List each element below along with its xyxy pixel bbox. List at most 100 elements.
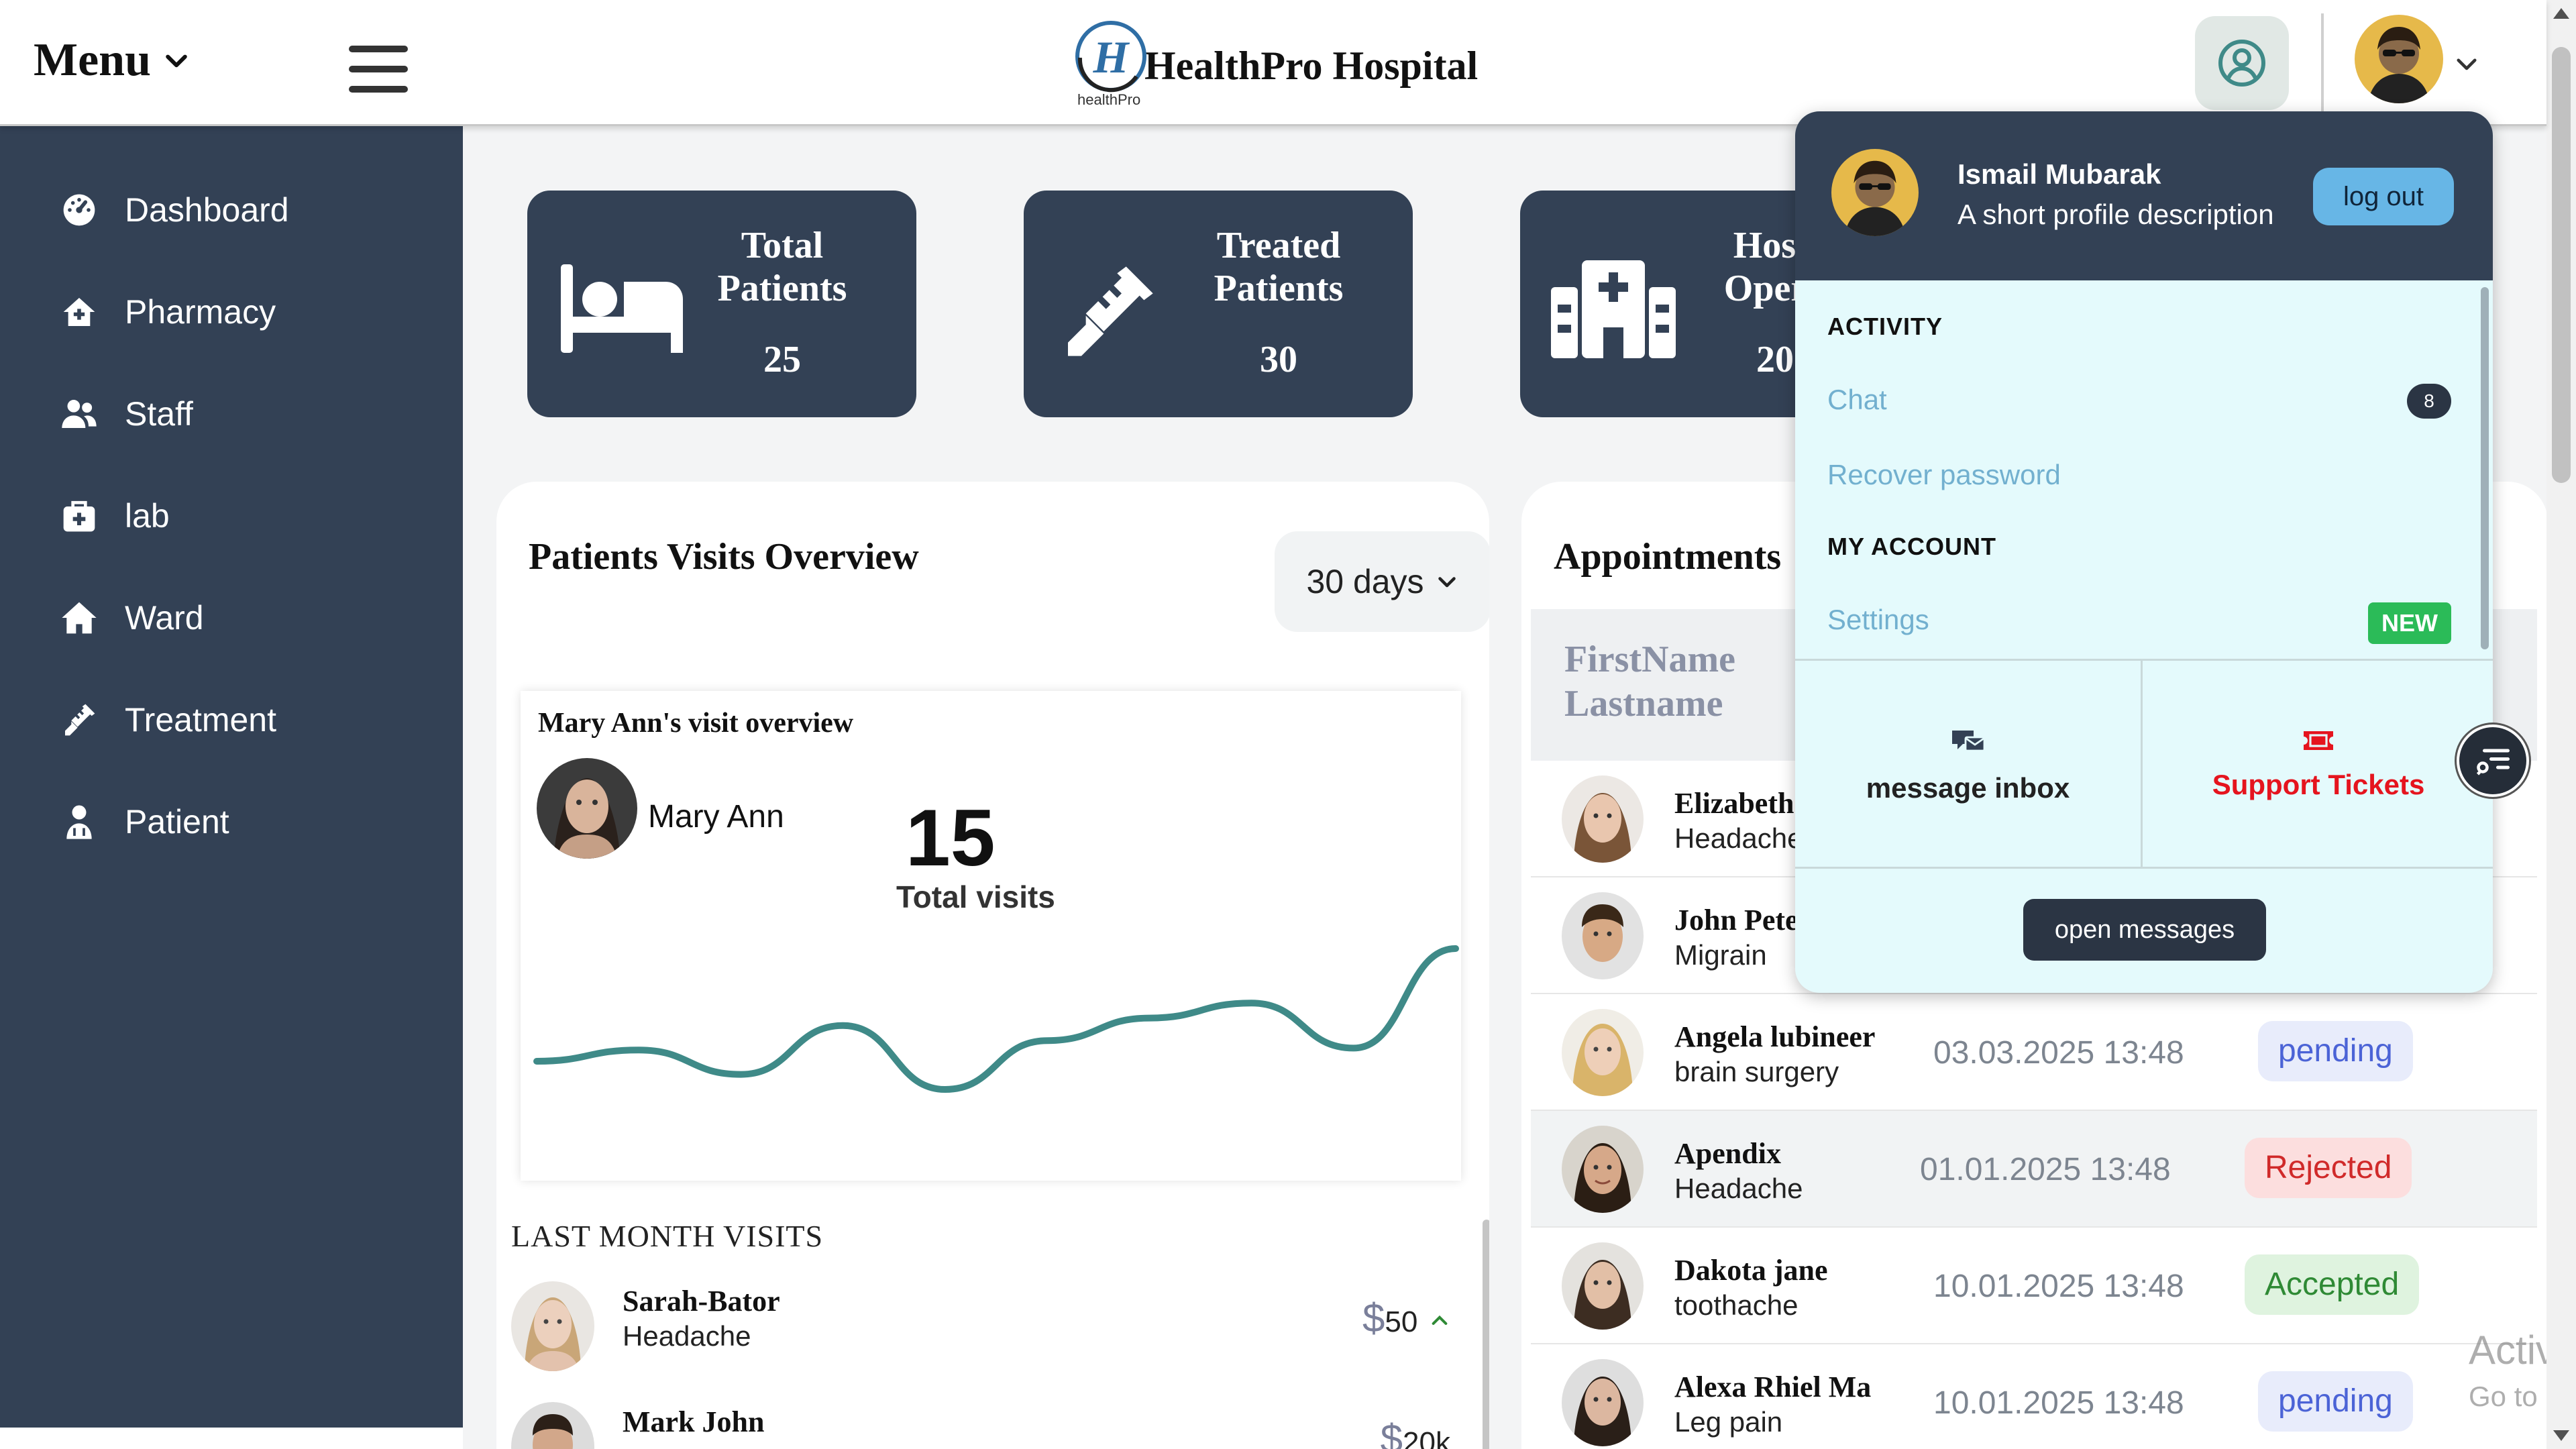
user-avatar[interactable] [2355, 15, 2443, 103]
patient-avatar[interactable] [537, 758, 637, 859]
brand-logo-letter: H [1093, 32, 1130, 83]
open-messages-button[interactable]: open messages [2023, 899, 2266, 961]
visits-line-chart [533, 945, 1459, 1093]
sidebar-item-patient[interactable]: Patient [60, 802, 229, 841]
patient-visit-card: Mary Ann's visit overview Mary Ann 15 To… [521, 691, 1461, 1181]
patient-avatar [511, 1281, 594, 1371]
top-header: Menu H healthPro HealthPro Hospital [0, 0, 2546, 126]
range-select[interactable]: 30 days [1275, 531, 1489, 632]
stat-card-total-patients[interactable]: Total Patients 25 [527, 191, 916, 417]
profile-description: A short profile description [1957, 199, 2274, 230]
appointment-name: Apendix [1674, 1137, 1781, 1170]
chevron-down-icon [166, 54, 187, 68]
table-row[interactable]: Alexa Rhiel Ma Leg pain 10.01.2025 13:48… [1531, 1344, 2537, 1449]
currency-symbol: $ [1380, 1416, 1403, 1449]
appointment-date: 10.01.2025 13:48 [1933, 1385, 2184, 1421]
sidebar-item-ward[interactable]: Ward [60, 598, 204, 637]
table-row[interactable]: Dakota jane toothache 10.01.2025 13:48 A… [1531, 1228, 2537, 1344]
scroll-down-arrow-icon[interactable] [2553, 1430, 2569, 1441]
dashboard-gauge-icon [63, 194, 95, 226]
list-settings-icon [2476, 749, 2510, 775]
patient-user-icon [66, 805, 92, 839]
scroll-thumb[interactable] [2552, 47, 2571, 483]
chat-count-badge: 8 [2407, 384, 2451, 419]
total-visits-value: 15 [906, 793, 996, 883]
stat-value: 25 [763, 339, 801, 380]
dropdown-scrollbar[interactable] [2481, 287, 2489, 649]
support-tickets-label: Support Tickets [2212, 769, 2425, 800]
visit-amount: $50 [1362, 1295, 1450, 1341]
profile-dropdown: Ismail Mubarak A short profile descripti… [1795, 111, 2493, 993]
brand-sub: healthPro [1077, 91, 1141, 108]
visits-overview-panel: Patients Visits Overview 30 days Mary An… [496, 482, 1489, 1449]
chevron-down-icon[interactable] [2453, 50, 2481, 78]
sidebar-item-staff[interactable]: Staff [60, 394, 193, 433]
sidebar-item-label: Ward [125, 599, 204, 637]
amount-value: 20k [1403, 1426, 1450, 1449]
sidebar-item-treatment[interactable]: Treatment [60, 700, 276, 739]
staff-users-icon [62, 400, 97, 428]
list-item[interactable]: Mark John $20k [511, 1395, 1464, 1449]
currency-symbol: $ [1362, 1295, 1385, 1340]
panel-scrollbar[interactable] [1483, 1220, 1489, 1449]
appointment-condition: Leg pain [1674, 1406, 1783, 1438]
sidebar-item-label: Dashboard [125, 191, 289, 229]
amount-value: 50 [1385, 1305, 1418, 1338]
brand[interactable]: H healthPro HealthPro Hospital [1073, 19, 1478, 108]
appointment-condition: toothache [1674, 1289, 1799, 1321]
range-value: 30 days [1306, 563, 1424, 600]
table-row[interactable]: Apendix Headache 01.01.2025 13:48 Reject… [1531, 1111, 2537, 1228]
visit-card-title: Mary Ann's visit overview [538, 708, 854, 739]
profile-name: Ismail Mubarak [1957, 158, 2161, 190]
status-badge: pending [2258, 1371, 2413, 1432]
sidebar-item-dashboard[interactable]: Dashboard [60, 191, 289, 229]
list-item[interactable]: Sarah-Bator Headache $50 [511, 1275, 1464, 1382]
sidebar-item-lab[interactable]: lab [60, 496, 170, 535]
appointment-name: Angela lubineer [1674, 1020, 1876, 1053]
appointment-condition: Migrain [1674, 939, 1767, 971]
appointment-date: 01.01.2025 13:48 [1920, 1152, 2171, 1187]
panel-title: Appointments [1554, 536, 1782, 578]
sidebar-item-label: Staff [125, 395, 193, 433]
account-button[interactable] [2195, 16, 2289, 110]
settings-link[interactable]: Settings [1827, 604, 1929, 636]
activation-watermark-title: Activate Windows [2469, 1328, 2546, 1373]
dropdown-actions-grid: message inbox Support Tickets [1795, 659, 2493, 869]
message-inbox-button[interactable]: message inbox [1795, 661, 2143, 869]
menu-label: Menu [34, 34, 151, 86]
support-tickets-button[interactable]: Support Tickets [2145, 661, 2492, 869]
floating-settings-button[interactable] [2457, 724, 2529, 797]
activation-watermark-subtitle: Go to Settings to activate Windows. [2469, 1381, 2546, 1412]
profile-avatar [1831, 149, 1919, 236]
appointment-date: 03.03.2025 13:48 [1933, 1035, 2184, 1071]
patient-avatar [1562, 892, 1644, 979]
sidebar-item-label: Treatment [125, 701, 277, 739]
sidebar-item-pharmacy[interactable]: Pharmacy [60, 292, 276, 331]
activity-header: ACTIVITY [1827, 313, 1943, 340]
logout-button[interactable]: log out [2313, 168, 2454, 225]
dropdown-divider [1795, 867, 2493, 869]
patient-avatar [1562, 775, 1644, 863]
status-badge: pending [2258, 1021, 2413, 1081]
menu-toggle[interactable]: Menu [34, 34, 191, 87]
patient-avatar [511, 1402, 594, 1449]
scroll-up-arrow-icon[interactable] [2553, 8, 2569, 19]
hamburger-icon[interactable] [349, 46, 408, 94]
message-inbox-label: message inbox [1866, 772, 2070, 804]
status-badge: Rejected [2245, 1138, 2412, 1198]
syringe-icon [1068, 266, 1153, 356]
account-circle-icon [2218, 40, 2265, 87]
table-row[interactable]: Angela lubineer brain surgery 03.03.2025… [1531, 994, 2537, 1111]
page-scrollbar[interactable] [2546, 0, 2576, 1449]
ticket-icon [2304, 731, 2333, 750]
recover-password-link[interactable]: Recover password [1827, 459, 2061, 491]
bed-icon [561, 264, 683, 353]
chat-link[interactable]: Chat [1827, 384, 1887, 416]
stat-card-treated-patients[interactable]: Treated Patients 30 [1024, 191, 1413, 417]
patient-avatar [1562, 1126, 1644, 1213]
sidebar-item-label: Patient [125, 803, 229, 841]
chevron-up-icon [1432, 1315, 1448, 1325]
settings-new-badge: NEW [2368, 602, 2451, 644]
visit-name: Sarah-Bator [623, 1285, 780, 1318]
column-header-name[interactable]: FirstName Lastname [1564, 637, 1766, 726]
